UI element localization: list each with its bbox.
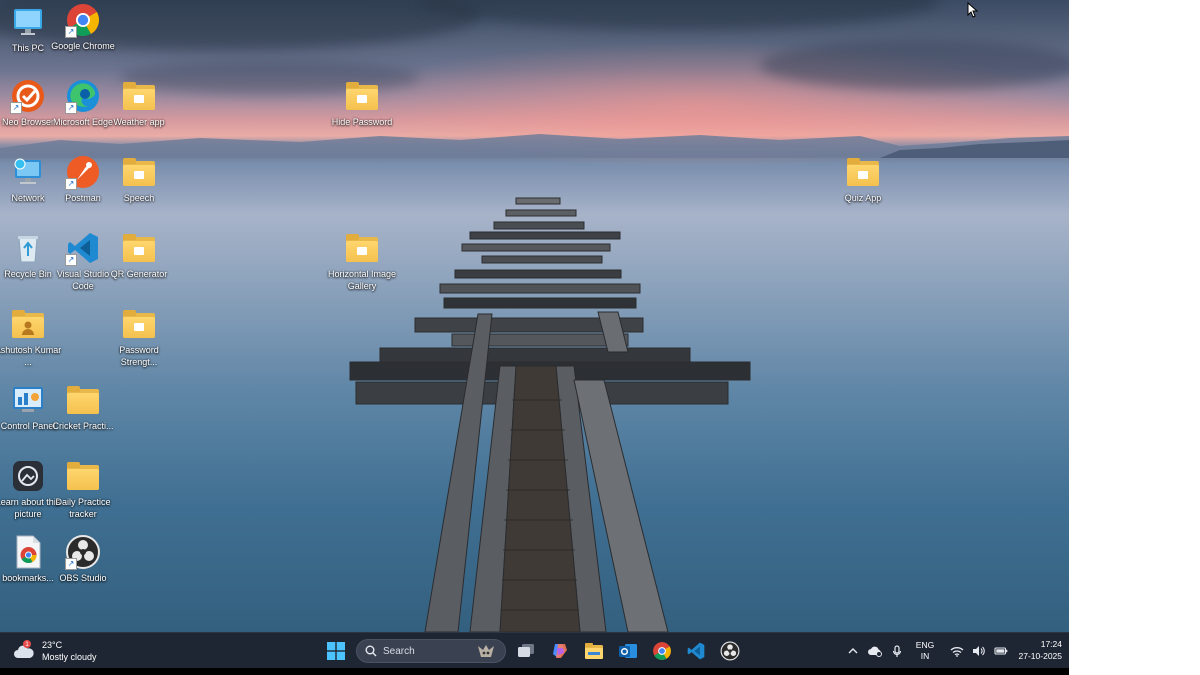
- obs-taskbar-button[interactable]: [716, 637, 744, 665]
- search-highlight-icon: [478, 645, 494, 657]
- chrome-html-icon: [10, 534, 46, 570]
- language-indicator[interactable]: ENG IN: [908, 640, 942, 662]
- file-explorer-icon: [585, 643, 603, 659]
- shortcut-arrow-icon: ↗: [65, 558, 77, 570]
- weather-condition: Mostly cloudy: [42, 652, 97, 662]
- folder-icon: [344, 230, 380, 266]
- obs-icon: [720, 641, 740, 661]
- microphone-button[interactable]: [886, 640, 908, 662]
- chrome-icon: ↗: [65, 2, 101, 38]
- screen-bottom-edge: [0, 668, 1069, 675]
- vscode-icon: [687, 642, 705, 660]
- desktop-icon-label: Google Chrome: [51, 41, 115, 51]
- weather-temperature: 23°C: [42, 640, 63, 650]
- postman-icon: ↗: [65, 154, 101, 190]
- windows-start-icon: [327, 642, 345, 660]
- desktop-icon-obs-studio[interactable]: ↗ OBS Studio: [45, 534, 121, 585]
- desktop-icon-label: Ashutosh Kumar ...: [0, 345, 62, 367]
- desktop-icon-password-strength[interactable]: Password Strengt...: [101, 306, 177, 368]
- copilot-button[interactable]: [546, 637, 574, 665]
- camera-icon: [10, 458, 46, 494]
- microphone-icon: [892, 644, 902, 657]
- shortcut-arrow-icon: ↗: [65, 26, 77, 38]
- vscode-taskbar-button[interactable]: [682, 637, 710, 665]
- neo-browser-icon: ↗: [10, 78, 46, 114]
- language-region: IN: [920, 651, 930, 661]
- recycle-bin-icon: [10, 230, 46, 266]
- monitor-icon: [10, 4, 46, 40]
- folder-icon: [121, 230, 157, 266]
- side-blank-area: [1069, 0, 1200, 675]
- folder-icon: [121, 154, 157, 190]
- task-view-icon: [518, 644, 534, 657]
- system-tray: ENG IN: [842, 637, 1012, 665]
- outlook-icon: [619, 644, 637, 658]
- weather-widget[interactable]: 1 23°C Mostly cloudy: [12, 637, 97, 665]
- clock[interactable]: 17:24 27-10-2025: [1000, 638, 1062, 662]
- cloud-weather-icon: 1: [14, 640, 34, 658]
- desktop-icon-label: Speech: [123, 193, 155, 203]
- desktop-icon-label: QR Generator: [110, 269, 168, 279]
- chrome-taskbar-button[interactable]: [648, 637, 676, 665]
- start-button[interactable]: [322, 637, 350, 665]
- folder-icon: [65, 458, 101, 494]
- desktop-icon-hide-password[interactable]: Hide Password: [324, 78, 400, 129]
- desktop-icon-ashutosh-kumar[interactable]: Ashutosh Kumar ...: [0, 306, 66, 368]
- copilot-icon: [553, 644, 567, 658]
- show-hidden-icons-button[interactable]: [842, 640, 864, 662]
- vscode-icon: ↗: [65, 230, 101, 266]
- desktop-icon-speech[interactable]: Speech: [101, 154, 177, 205]
- desktop[interactable]: This PC ↗ Google Chrome ↗ Neo Browser ↗ …: [0, 0, 1069, 675]
- folder-icon: [121, 78, 157, 114]
- clock-time: 17:24: [1040, 639, 1062, 649]
- desktop-icon-google-chrome[interactable]: ↗ Google Chrome: [45, 2, 121, 53]
- wifi-button[interactable]: [946, 640, 968, 662]
- obs-icon: ↗: [65, 534, 101, 570]
- taskbar-apps: Search: [322, 635, 744, 667]
- control-panel-icon: [10, 382, 46, 418]
- clock-date: 27-10-2025: [1018, 651, 1062, 661]
- search-label: Search: [383, 645, 415, 657]
- taskbar: 1 23°C Mostly cloudy Search ENG IN 17:24…: [0, 632, 1069, 669]
- shortcut-arrow-icon: ↗: [65, 102, 77, 114]
- desktop-icon-daily-practice-tracker[interactable]: Daily Practice tracker: [45, 458, 121, 520]
- chrome-icon: [653, 642, 671, 660]
- desktop-icon-horizontal-image-gallery[interactable]: Horizontal Image Gallery: [324, 230, 400, 292]
- search-icon: [365, 645, 377, 657]
- shortcut-arrow-icon: ↗: [65, 254, 77, 266]
- desktop-icon-weather-app[interactable]: Weather app: [101, 78, 177, 129]
- volume-button[interactable]: [968, 640, 990, 662]
- onedrive-button[interactable]: [864, 640, 886, 662]
- folder-icon: [65, 382, 101, 418]
- desktop-icon-label: Horizontal Image Gallery: [327, 269, 397, 291]
- desktop-icon-label: Weather app: [113, 117, 165, 127]
- desktop-icon-label: Password Strengt...: [119, 345, 159, 367]
- desktop-icon-label: OBS Studio: [59, 573, 107, 583]
- desktop-icon-label: Cricket Practi...: [52, 421, 114, 431]
- network-icon: [10, 154, 46, 190]
- folder-icon: [344, 78, 380, 114]
- outlook-button[interactable]: [614, 637, 642, 665]
- task-view-button[interactable]: [512, 637, 540, 665]
- desktop-icon-quiz-app[interactable]: Quiz App: [825, 154, 901, 205]
- shortcut-arrow-icon: ↗: [10, 102, 22, 114]
- mouse-cursor-icon: [967, 2, 979, 18]
- desktop-icon-label: Hide Password: [331, 117, 393, 127]
- desktop-icon-qr-generator[interactable]: QR Generator: [101, 230, 177, 281]
- chevron-up-icon: [848, 648, 858, 654]
- taskbar-search-box[interactable]: Search: [356, 639, 506, 663]
- cloud-sync-icon: [868, 646, 882, 657]
- edge-icon: ↗: [65, 78, 101, 114]
- file-explorer-button[interactable]: [580, 637, 608, 665]
- desktop-icon-cricket-practice[interactable]: Cricket Practi...: [45, 382, 121, 433]
- shortcut-arrow-icon: ↗: [65, 178, 77, 190]
- folder-icon: [121, 306, 157, 342]
- user-folder-icon: [10, 306, 46, 342]
- folder-icon: [845, 154, 881, 190]
- language-code: ENG: [915, 640, 935, 650]
- speaker-icon: [973, 646, 985, 656]
- desktop-icon-label: Quiz App: [844, 193, 882, 203]
- wifi-icon: [950, 646, 964, 657]
- desktop-icon-label: Daily Practice tracker: [55, 497, 111, 519]
